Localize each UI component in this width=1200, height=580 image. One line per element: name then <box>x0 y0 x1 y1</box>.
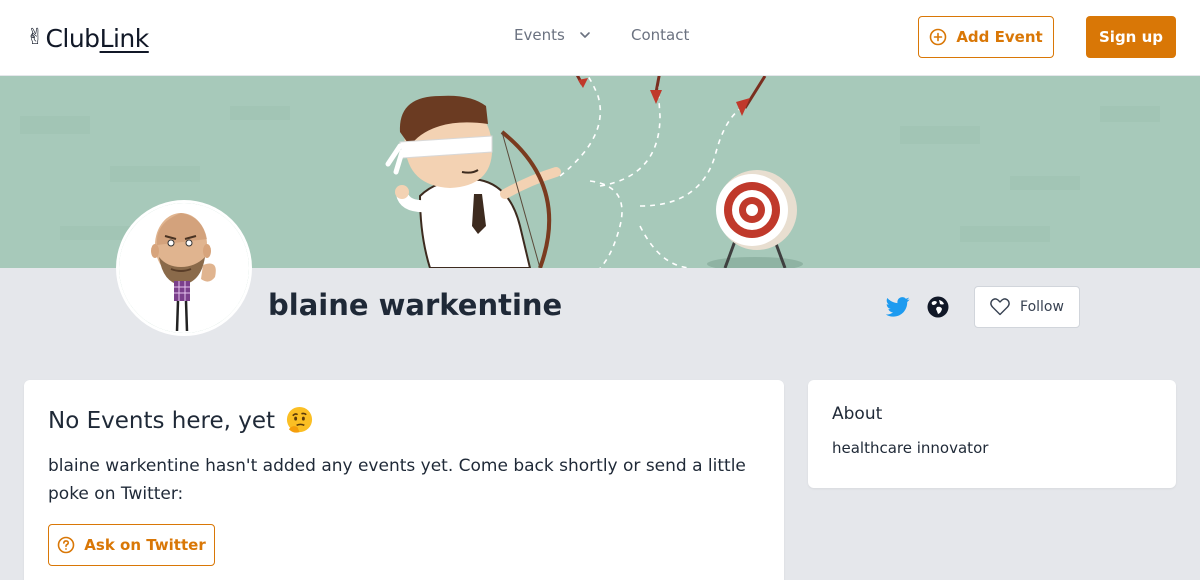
about-title: About <box>832 404 883 424</box>
globe-icon[interactable] <box>927 296 949 318</box>
follow-label: Follow <box>1020 299 1064 315</box>
plus-circle-icon <box>930 28 947 46</box>
events-title-text: No Events here, yet <box>48 407 276 434</box>
twitter-icon[interactable] <box>886 296 910 318</box>
nav-events-label: Events <box>514 26 565 44</box>
events-card: No Events here, yet blaine warkentine ha… <box>24 380 784 580</box>
add-event-button[interactable]: Add Event <box>918 16 1054 58</box>
victory-hand-icon: ✌ <box>26 25 45 50</box>
ask-on-twitter-button[interactable]: Ask on Twitter <box>48 524 215 566</box>
sign-up-button[interactable]: Sign up <box>1086 16 1176 58</box>
profile-avatar <box>116 200 252 336</box>
nav-contact-link[interactable]: Contact <box>631 26 689 44</box>
sign-up-label: Sign up <box>1099 28 1163 46</box>
main-nav: Events Contact <box>514 26 689 44</box>
top-navbar: ✌ Club Link Events Contact Add Event Sig… <box>0 0 1200 76</box>
about-text: healthcare innovator <box>832 439 989 457</box>
add-event-label: Add Event <box>956 28 1043 46</box>
clublink-logo[interactable]: ✌ Club Link <box>26 22 149 54</box>
heart-icon <box>990 298 1010 316</box>
thinking-face-icon <box>286 406 313 433</box>
profile-name: blaine warkentine <box>268 288 563 322</box>
logo-text-link: Link <box>99 23 150 53</box>
question-circle-icon <box>57 536 75 554</box>
logo-text-club: Club <box>45 23 100 53</box>
follow-button[interactable]: Follow <box>974 286 1080 328</box>
about-card: About healthcare innovator <box>808 380 1176 488</box>
nav-events-dropdown[interactable]: Events <box>514 26 591 44</box>
avatar-cartoon-man-image <box>119 203 249 333</box>
ask-on-twitter-label: Ask on Twitter <box>84 536 206 554</box>
chevron-down-icon <box>579 32 590 38</box>
no-events-message: blaine warkentine hasn't added any event… <box>48 456 746 504</box>
events-card-title: No Events here, yet <box>48 406 314 435</box>
